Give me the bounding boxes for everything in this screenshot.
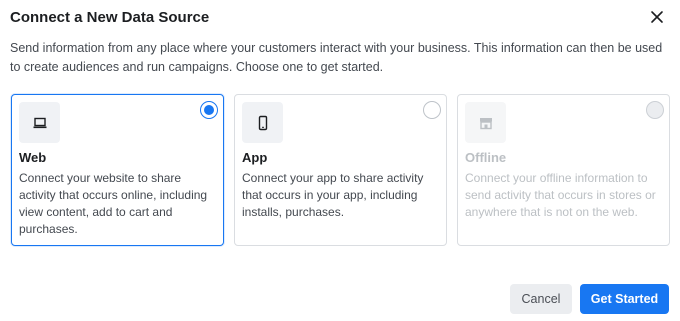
option-icon-box	[242, 102, 283, 143]
option-title: Offline	[465, 150, 507, 165]
option-icon-box	[465, 102, 506, 143]
option-description: Connect your offline information to send…	[465, 171, 656, 219]
option-title: App	[242, 150, 268, 165]
cancel-button[interactable]: Cancel	[510, 284, 572, 314]
dialog-header: Connect a New Data Source	[10, 0, 670, 36]
option-radio-web[interactable]	[200, 101, 218, 119]
option-card-web[interactable]: Web Connect your website to share activi…	[11, 94, 224, 246]
option-radio-app[interactable]	[423, 101, 441, 119]
dialog-title: Connect a New Data Source	[10, 9, 210, 26]
option-card-app[interactable]: App Connect your app to share activity t…	[234, 94, 447, 246]
option-description: Connect your website to share activity t…	[19, 171, 208, 236]
connect-data-source-dialog: Connect a New Data Source Send informati…	[0, 0, 680, 321]
dialog-description: Send information from any place where yo…	[10, 41, 663, 74]
store-icon	[480, 118, 492, 130]
option-icon-box	[19, 102, 60, 143]
data-source-options: Web Connect your website to share activi…	[10, 94, 670, 246]
mobile-phone-icon	[258, 115, 268, 131]
option-radio-offline	[646, 101, 664, 119]
option-card-offline: Offline Connect your offline information…	[457, 94, 670, 246]
get-started-button[interactable]: Get Started	[580, 284, 669, 314]
option-description: Connect your app to share activity that …	[242, 171, 424, 219]
close-button[interactable]	[648, 8, 666, 26]
laptop-icon	[33, 117, 47, 129]
close-icon	[651, 11, 663, 23]
dialog-footer: Cancel Get Started	[0, 284, 680, 314]
option-title: Web	[19, 150, 47, 165]
